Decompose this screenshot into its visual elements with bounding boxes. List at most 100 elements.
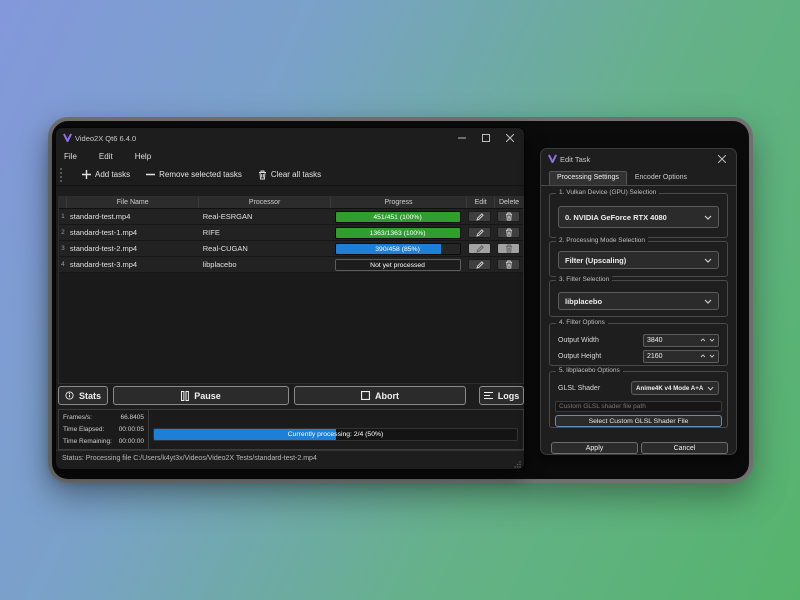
row-progress-bar: 451/451 (100%) — [335, 211, 461, 223]
output-height-spinner[interactable]: 2160 — [643, 350, 719, 363]
table-row[interactable]: 3 standard-test-2.mp4 Real-CUGAN 390/458… — [59, 241, 523, 257]
stats-label: Stats — [79, 391, 101, 401]
output-width-spinner[interactable]: 3840 — [643, 334, 719, 347]
cancel-button[interactable]: Cancel — [641, 442, 728, 454]
overall-progress-bar: Currently processing: 2/4 (50%) — [153, 428, 518, 441]
row-edit-button[interactable] — [468, 243, 491, 254]
row-progress-text: 451/451 (100%) — [336, 212, 460, 222]
tab-encoder-options[interactable]: Encoder Options — [627, 171, 695, 185]
close-button[interactable] — [502, 131, 518, 145]
app-logo-icon — [548, 154, 557, 163]
chevron-down-icon — [704, 258, 712, 263]
menu-bar: File Edit Help — [56, 148, 151, 164]
stats-panel: Frames/s: 66.8405 Time Elapsed: 00:00:05… — [58, 409, 524, 450]
output-width-label: Output Width — [558, 337, 599, 344]
gpu-select[interactable]: 0. NVIDIA GeForce RTX 4080 — [558, 206, 719, 228]
row-edit-button[interactable] — [468, 211, 491, 222]
mode-select[interactable]: Filter (Upscaling) — [558, 251, 719, 269]
header-gutter — [59, 197, 67, 208]
trash-icon — [258, 170, 267, 180]
spin-down-icon[interactable] — [709, 354, 715, 358]
row-edit-button[interactable] — [468, 227, 491, 238]
spin-down-icon[interactable] — [709, 338, 715, 342]
toolbar: Add tasks Remove selected tasks Clear al… — [56, 164, 524, 186]
select-custom-shader-button[interactable]: Select Custom GLSL Shader File — [555, 415, 722, 427]
abort-button[interactable]: Abort — [294, 386, 466, 405]
tab-processing-settings[interactable]: Processing Settings — [549, 171, 627, 185]
dialog-tab-bar: Processing Settings Encoder Options — [541, 171, 736, 186]
group-filter-selection: 3. Filter Selection libplacebo — [549, 280, 728, 317]
remaining-label: Time Remaining: — [63, 436, 112, 448]
glsl-shader-row: GLSL Shader Anime4K v4 Mode A+A — [558, 381, 719, 395]
dialog-close-button[interactable] — [714, 152, 730, 166]
row-delete-button[interactable] — [497, 259, 520, 270]
row-progress-bar: 390/458 (85%) — [335, 243, 461, 255]
group-filter-options: 4. Filter Options Output Width 3840 Outp… — [549, 323, 728, 366]
pause-button[interactable]: Pause — [113, 386, 289, 405]
status-bar: Status: Processing file C:/Users/k4yt3x/… — [56, 450, 524, 470]
mode-select-value: Filter (Upscaling) — [565, 256, 626, 265]
group-legend: 1. Vulkan Device (GPU) Selection — [556, 189, 659, 196]
time-elapsed-row: Time Elapsed: 00:00:05 — [63, 424, 144, 436]
row-delete-button[interactable] — [497, 243, 520, 254]
header-edit[interactable]: Edit — [467, 197, 495, 208]
table-row[interactable]: 4 standard-test-3.mp4 libplacebo Not yet… — [59, 257, 523, 273]
frames-label: Frames/s: — [63, 412, 92, 424]
row-number: 3 — [59, 245, 67, 252]
row-progress-text: Not yet processed — [336, 260, 460, 270]
pencil-icon — [476, 229, 484, 237]
frames-per-second-row: Frames/s: 66.8405 — [63, 412, 144, 424]
remove-selected-tasks-label: Remove selected tasks — [159, 170, 242, 179]
header-processor[interactable]: Processor — [199, 197, 330, 208]
trash-icon — [505, 244, 513, 253]
row-file-name: standard-test.mp4 — [67, 212, 199, 221]
filter-select-value: libplacebo — [565, 297, 602, 306]
toolbar-drag-handle[interactable] — [60, 168, 64, 182]
maximize-button[interactable] — [478, 131, 494, 145]
remove-selected-tasks-button[interactable]: Remove selected tasks — [146, 170, 242, 179]
row-delete-button[interactable] — [497, 211, 520, 222]
menu-help[interactable]: Help — [135, 152, 151, 161]
add-tasks-label: Add tasks — [95, 170, 130, 179]
table-row[interactable]: 1 standard-test.mp4 Real-ESRGAN 451/451 … — [59, 209, 523, 225]
main-window: Video2X Qt6 6.4.0 File Edit Help Add tasks… — [55, 127, 525, 470]
spin-up-icon[interactable] — [700, 354, 706, 358]
apply-button[interactable]: Apply — [551, 442, 638, 454]
row-progress-bar: Not yet processed — [335, 259, 461, 271]
pencil-icon — [476, 261, 484, 269]
header-delete[interactable]: Delete — [495, 197, 523, 208]
row-number: 4 — [59, 261, 67, 268]
row-progress-text: 390/458 (85%) — [336, 244, 460, 254]
menu-file[interactable]: File — [64, 152, 77, 161]
table-row[interactable]: 2 standard-test-1.mp4 RIFE 1363/1363 (10… — [59, 225, 523, 241]
menu-edit[interactable]: Edit — [99, 152, 113, 161]
stats-button[interactable]: Stats — [58, 386, 108, 405]
resize-grip[interactable] — [514, 461, 521, 468]
custom-shader-path-input[interactable] — [555, 401, 722, 412]
app-logo-icon — [63, 133, 72, 142]
header-file-name[interactable]: File Name — [67, 197, 199, 208]
edit-task-dialog: Edit Task Processing Settings Encoder Op… — [540, 148, 737, 455]
logs-button[interactable]: Logs — [479, 386, 524, 405]
filter-select[interactable]: libplacebo — [558, 292, 719, 310]
minus-icon — [146, 170, 155, 179]
row-delete-button[interactable] — [497, 227, 520, 238]
glsl-shader-select[interactable]: Anime4K v4 Mode A+A — [631, 381, 719, 395]
dialog-titlebar[interactable]: Edit Task — [541, 149, 736, 169]
glsl-shader-label: GLSL Shader — [558, 385, 600, 392]
row-file-name: standard-test-1.mp4 — [67, 228, 199, 237]
row-processor: RIFE — [199, 228, 330, 237]
main-titlebar[interactable]: Video2X Qt6 6.4.0 — [56, 128, 524, 148]
row-edit-button[interactable] — [468, 259, 491, 270]
minimize-button[interactable] — [454, 131, 470, 145]
add-tasks-button[interactable]: Add tasks — [82, 170, 130, 179]
spin-up-icon[interactable] — [700, 338, 706, 342]
overall-progress-text: Currently processing: 2/4 (50%) — [154, 429, 517, 440]
gpu-select-value: 0. NVIDIA GeForce RTX 4080 — [565, 213, 667, 222]
group-libplacebo-options: 5. libplacebo Options GLSL Shader Anime4… — [549, 371, 728, 428]
logs-icon — [484, 391, 493, 400]
header-progress[interactable]: Progress — [331, 197, 467, 208]
group-legend: 4. Filter Options — [556, 319, 608, 326]
elapsed-value: 00:00:05 — [119, 424, 144, 436]
clear-all-tasks-button[interactable]: Clear all tasks — [258, 170, 321, 180]
